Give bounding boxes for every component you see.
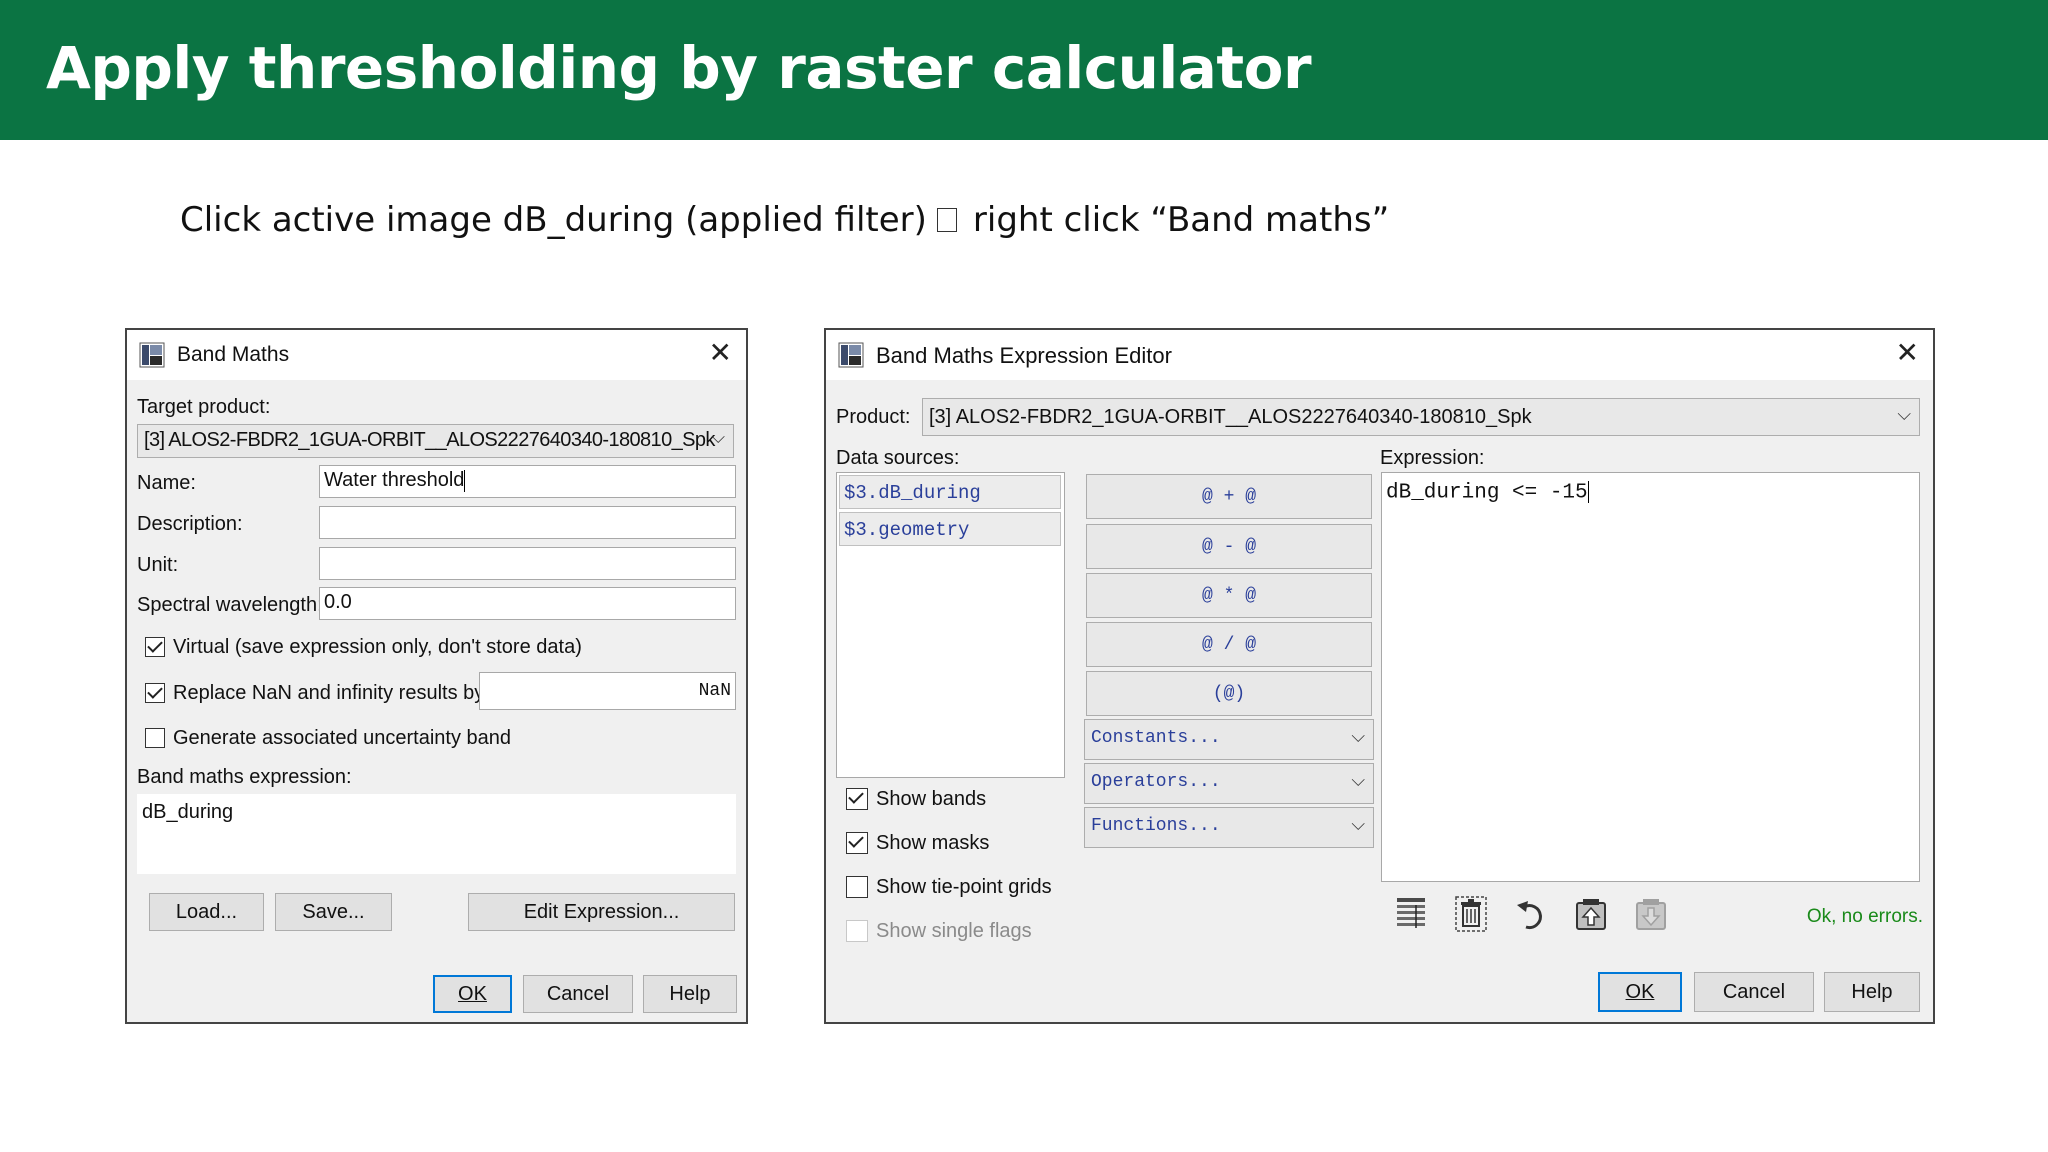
chevron-down-icon: ⌵	[1351, 814, 1365, 834]
show-bands-label: Show bands	[876, 788, 987, 810]
replace-nan-label: Replace NaN and infinity results by	[173, 682, 485, 704]
product-label: Product:	[836, 406, 911, 428]
show-flags-label: Show single flags	[876, 920, 1032, 942]
download-icon	[1636, 899, 1666, 930]
constants-label: Constants...	[1091, 728, 1221, 748]
expression-label: Expression:	[1380, 447, 1485, 469]
expression-editor-dialog: Band Maths Expression Editor ✕ Product: …	[824, 328, 1935, 1024]
undo-icon[interactable]	[1514, 895, 1548, 933]
help-button[interactable]: Help	[643, 975, 737, 1013]
uncertainty-checkbox[interactable]	[145, 728, 165, 748]
expression-value: dB_during	[142, 801, 234, 823]
save-button[interactable]: Save...	[275, 893, 392, 931]
upload-icon[interactable]	[1574, 895, 1608, 933]
show-flags-checkbox	[846, 920, 868, 942]
unit-label: Unit:	[137, 554, 179, 576]
show-masks-checkbox[interactable]	[846, 832, 868, 854]
parentheses-button[interactable]: (@)	[1086, 671, 1372, 716]
target-product-select[interactable]: [3] ALOS2-FBDR2_1GUA-ORBIT__ALOS22276403…	[137, 424, 734, 458]
constants-dropdown[interactable]: Constants... ⌵	[1084, 719, 1374, 760]
titlebar: Band Maths Expression Editor ✕	[826, 330, 1933, 380]
titlebar: Band Maths ✕	[127, 330, 746, 380]
name-field[interactable]: Water threshold	[319, 465, 736, 498]
load-button[interactable]: Load...	[149, 893, 264, 931]
functions-label: Functions...	[1091, 816, 1221, 836]
chevron-down-icon: ⌵	[1351, 726, 1365, 746]
description-field[interactable]	[319, 506, 736, 539]
add-operator-button[interactable]: @ + @	[1086, 474, 1372, 519]
target-product-label: Target product:	[137, 396, 271, 418]
cancel-button[interactable]: Cancel	[523, 975, 633, 1013]
band-maths-app-icon	[139, 342, 165, 368]
target-product-value: [3] ALOS2-FBDR2_1GUA-ORBIT__ALOS22276403…	[144, 429, 715, 451]
help-button[interactable]: Help	[1824, 972, 1920, 1012]
replace-nan-value: NaN	[698, 681, 731, 701]
cancel-button[interactable]: Cancel	[1694, 972, 1814, 1012]
data-sources-label: Data sources:	[836, 447, 960, 469]
subtract-operator-button[interactable]: @ - @	[1086, 524, 1372, 569]
ok-label: OK	[458, 983, 487, 1005]
ok-label: OK	[1625, 981, 1655, 1003]
replace-nan-field[interactable]: NaN	[479, 672, 736, 710]
band-maths-app-icon	[838, 342, 864, 368]
chevron-down-icon: ⌵	[711, 427, 725, 447]
unit-field[interactable]	[319, 547, 736, 580]
ok-button[interactable]: OK	[433, 975, 512, 1013]
slide-title: Apply thresholding by raster calculator	[46, 34, 1312, 102]
show-tiepoint-label: Show tie-point grids	[876, 876, 1052, 898]
data-source-item[interactable]: $3.geometry	[839, 512, 1061, 546]
show-bands-checkbox[interactable]	[846, 788, 868, 810]
close-icon[interactable]: ✕	[1896, 338, 1919, 368]
replace-nan-checkbox[interactable]	[145, 683, 165, 703]
divide-operator-button[interactable]: @ / @	[1086, 622, 1372, 667]
spectral-wavelength-field[interactable]: 0.0	[319, 587, 736, 620]
edit-expression-button[interactable]: Edit Expression...	[468, 893, 735, 931]
help-label: Help	[1851, 981, 1893, 1003]
virtual-checkbox[interactable]	[145, 637, 165, 657]
close-icon[interactable]: ✕	[709, 338, 732, 368]
table-icon[interactable]	[1394, 895, 1428, 933]
band-maths-dialog: Band Maths ✕ Target product: [3] ALOS2-F…	[125, 328, 748, 1024]
chevron-down-icon: ⌵	[1351, 770, 1365, 790]
description-label: Description:	[137, 513, 243, 535]
show-tiepoint-checkbox[interactable]	[846, 876, 868, 898]
data-sources-list[interactable]: $3.dB_during $3.geometry	[836, 472, 1065, 778]
data-source-item[interactable]: $3.dB_during	[839, 475, 1061, 509]
status-text: Ok, no errors.	[1806, 906, 1923, 927]
dialog-title: Band Maths	[177, 343, 290, 366]
help-label: Help	[669, 983, 711, 1005]
slide-banner: Apply thresholding by raster calculator	[0, 0, 2048, 140]
multiply-operator-button[interactable]: @ * @	[1086, 573, 1372, 618]
instruction-right: right click “Band maths”	[972, 200, 1390, 240]
chevron-down-icon: ⌵	[1897, 404, 1911, 424]
functions-dropdown[interactable]: Functions... ⌵	[1084, 807, 1374, 848]
name-value: Water threshold	[324, 469, 465, 491]
ok-button[interactable]: OK	[1598, 972, 1682, 1012]
product-value: [3] ALOS2-FBDR2_1GUA-ORBIT__ALOS22276403…	[929, 406, 1532, 428]
expression-editor-area[interactable]: dB_during <= -15	[1381, 472, 1920, 882]
dialog-title: Band Maths Expression Editor	[876, 343, 1172, 368]
cancel-label: Cancel	[546, 983, 610, 1005]
instruction-text: Click active image dB_during (applied fi…	[180, 200, 1389, 240]
product-select[interactable]: [3] ALOS2-FBDR2_1GUA-ORBIT__ALOS22276403…	[922, 398, 1920, 436]
show-masks-label: Show masks	[876, 832, 990, 854]
spectral-wavelength-label: Spectral wavelength:	[137, 594, 323, 616]
cancel-label: Cancel	[1722, 981, 1786, 1003]
expression-editor-value: dB_during <= -15	[1386, 481, 1588, 505]
name-label: Name:	[137, 472, 196, 494]
expression-label: Band maths expression:	[137, 766, 352, 788]
virtual-label: Virtual (save expression only, don't sto…	[173, 636, 582, 658]
spectral-wavelength-value: 0.0	[324, 591, 352, 613]
trash-icon[interactable]	[1454, 895, 1488, 933]
instruction-left: Click active image dB_during (applied fi…	[180, 200, 927, 240]
arrow-placeholder-icon	[936, 207, 957, 232]
operators-dropdown[interactable]: Operators... ⌵	[1084, 763, 1374, 804]
uncertainty-label: Generate associated uncertainty band	[173, 727, 511, 749]
operators-label: Operators...	[1091, 772, 1221, 792]
expression-area[interactable]: dB_during	[137, 794, 736, 874]
